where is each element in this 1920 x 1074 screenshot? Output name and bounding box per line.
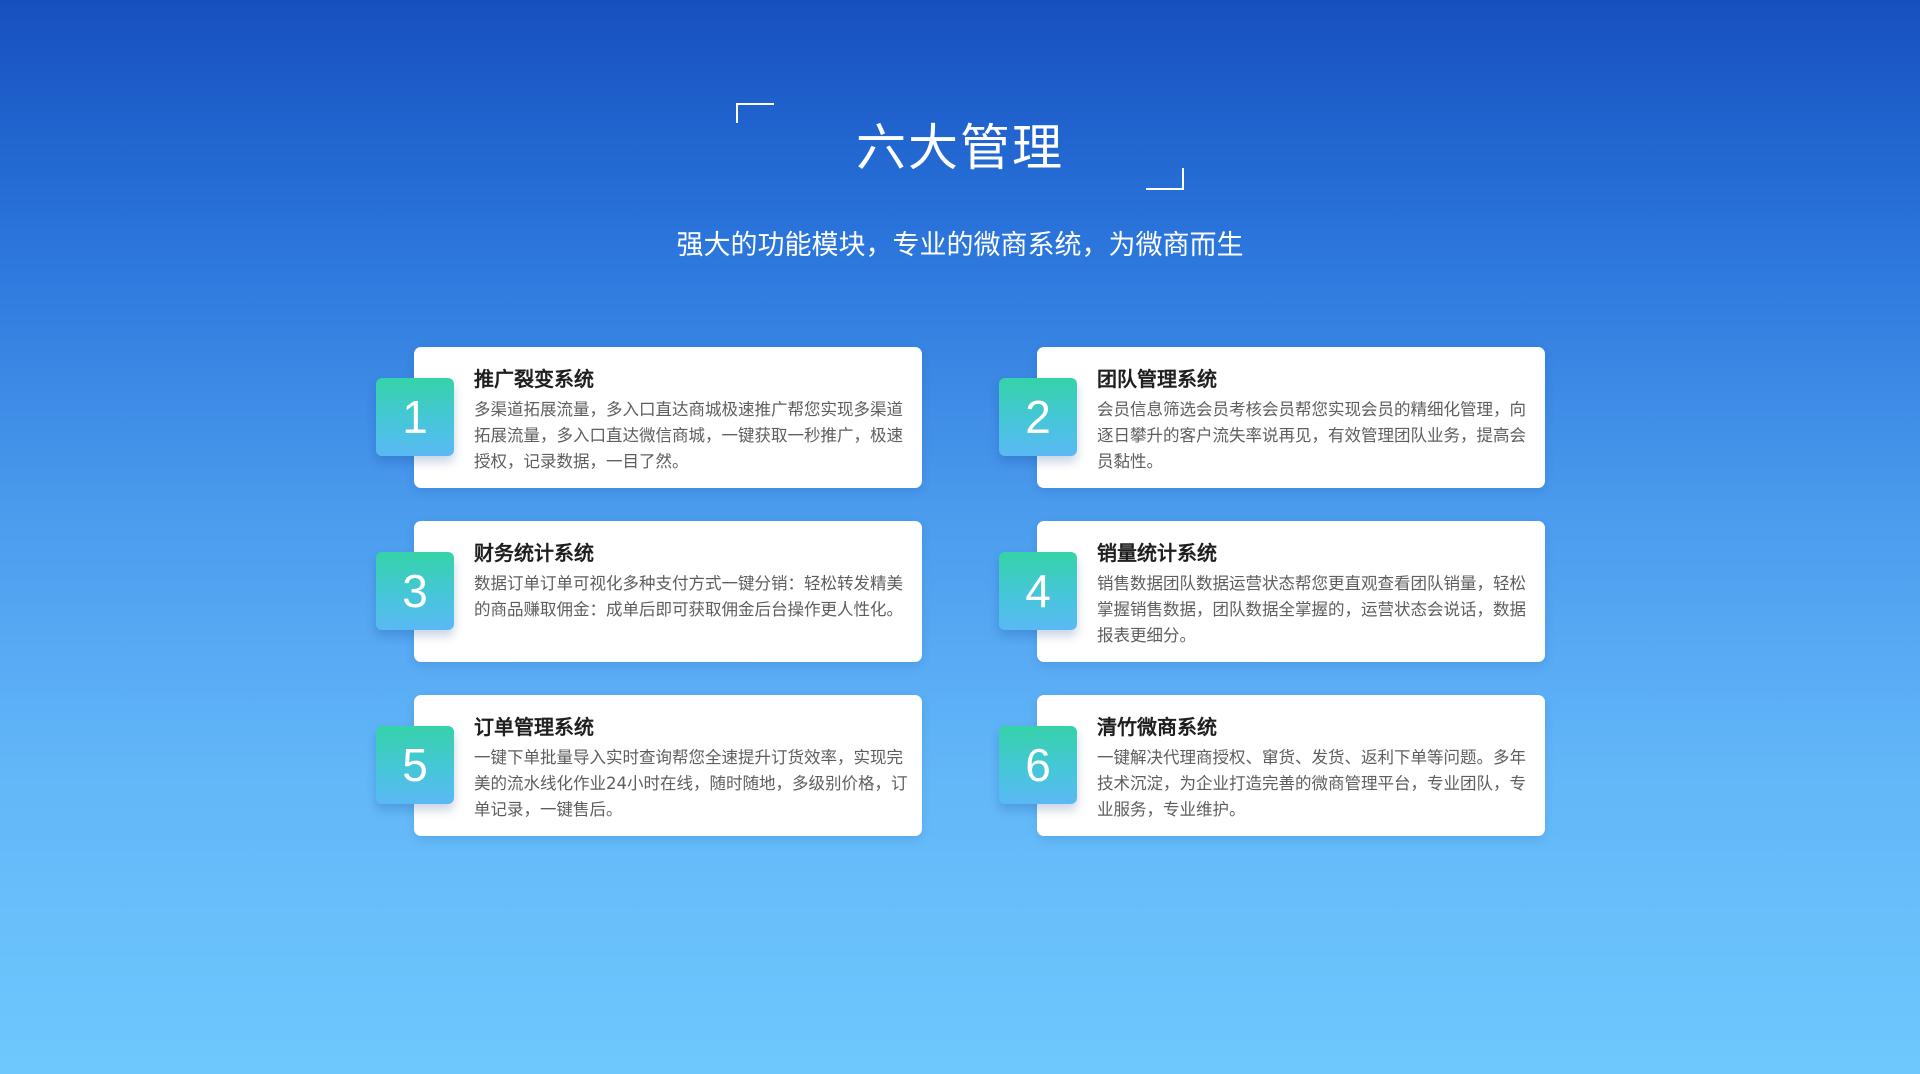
number-badge: 3 [376,552,454,630]
number-badge: 2 [999,378,1077,456]
card-title: 清竹微商系统 [1097,715,1217,739]
feature-card-team-management: 团队管理系统 会员信息筛选会员考核会员帮您实现会员的精细化管理，向逐日攀升的客户… [1037,347,1545,488]
card-description: 一键解决代理商授权、窜货、发货、返利下单等问题。多年技术沉淀，为企业打造完善的微… [1097,748,1526,819]
feature-card-order-management: 订单管理系统 一键下单批量导入实时查询帮您全速提升订货效率，实现完美的流水线化作… [414,695,922,836]
feature-card-finance-stats: 财务统计系统 数据订单订单可视化多种支付方式一键分销：轻松转发精美的商品赚取佣金… [414,521,922,662]
card-title: 团队管理系统 [1097,367,1217,391]
feature-card-promotion: 推广裂变系统 多渠道拓展流量，多入口直达商城极速推广帮您实现多渠道拓展流量，多入… [414,347,922,488]
number-badge: 6 [999,726,1077,804]
card-title: 订单管理系统 [474,715,594,739]
number-badge: 5 [376,726,454,804]
card-description: 销售数据团队数据运营状态帮您更直观查看团队销量，轻松掌握销售数据，团队数据全掌握… [1097,574,1526,645]
card-title: 推广裂变系统 [474,367,594,391]
card-description: 会员信息筛选会员考核会员帮您实现会员的精细化管理，向逐日攀升的客户流失率说再见，… [1097,400,1526,471]
card-title: 销量统计系统 [1097,541,1217,565]
page-subtitle: 强大的功能模块，专业的微商系统，为微商而生 [676,230,1244,261]
number-badge: 4 [999,552,1077,630]
card-description: 数据订单订单可视化多种支付方式一键分销：轻松转发精美的商品赚取佣金：成单后即可获… [474,574,903,619]
feature-card-qingzhu-system: 清竹微商系统 一键解决代理商授权、窜货、发货、返利下单等问题。多年技术沉淀，为企… [1037,695,1545,836]
card-description: 一键下单批量导入实时查询帮您全速提升订货效率，实现完美的流水线化作业24小时在线… [474,748,908,819]
page-title: 六大管理 [856,119,1064,177]
number-badge: 1 [376,378,454,456]
card-description: 多渠道拓展流量，多入口直达商城极速推广帮您实现多渠道拓展流量，多入口直达微信商城… [474,400,903,471]
card-title: 财务统计系统 [474,541,594,565]
feature-card-sales-stats: 销量统计系统 销售数据团队数据运营状态帮您更直观查看团队销量，轻松掌握销售数据，… [1037,521,1545,662]
